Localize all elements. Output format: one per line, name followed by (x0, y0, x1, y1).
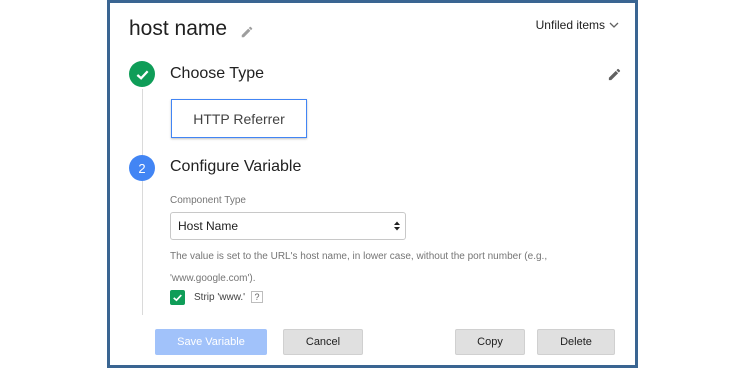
variable-editor-panel: host name Unfiled items Choose Type HTTP… (107, 0, 638, 368)
folder-selector[interactable]: Unfiled items (536, 18, 619, 32)
copy-button[interactable]: Copy (455, 329, 525, 355)
strip-www-label: Strip 'www.' (194, 292, 246, 303)
component-type-value: Host Name (178, 219, 239, 233)
component-type-select[interactable]: Host Name (170, 212, 406, 240)
step1-complete-badge (129, 61, 155, 87)
folder-label: Unfiled items (535, 18, 605, 32)
component-type-label: Component Type (170, 195, 246, 206)
save-variable-button[interactable]: Save Variable (155, 329, 267, 355)
chevron-down-icon (609, 22, 619, 28)
delete-button[interactable]: Delete (537, 329, 615, 355)
cancel-button[interactable]: Cancel (283, 329, 363, 355)
edit-step-pencil-icon[interactable] (607, 67, 622, 82)
strip-www-checkbox[interactable] (170, 290, 185, 305)
step-connector-line (142, 89, 143, 315)
checkmark-icon (173, 294, 182, 302)
help-text-line-2: 'www.google.com'). (170, 273, 256, 284)
pencil-icon[interactable] (240, 25, 254, 39)
help-text-line-1: The value is set to the URL's host name,… (170, 251, 548, 262)
checkmark-icon (136, 69, 148, 80)
step1-title: Choose Type (170, 65, 264, 82)
step2-number-badge: 2 (129, 155, 155, 181)
select-arrows-icon (394, 221, 400, 231)
component-type-help-text: The value is set to the URL's host name,… (170, 246, 570, 290)
variable-type-card[interactable]: HTTP Referrer (171, 99, 307, 138)
variable-name-title: host name (129, 17, 228, 40)
step2-title: Configure Variable (170, 158, 302, 175)
help-icon[interactable]: ? (251, 291, 263, 303)
